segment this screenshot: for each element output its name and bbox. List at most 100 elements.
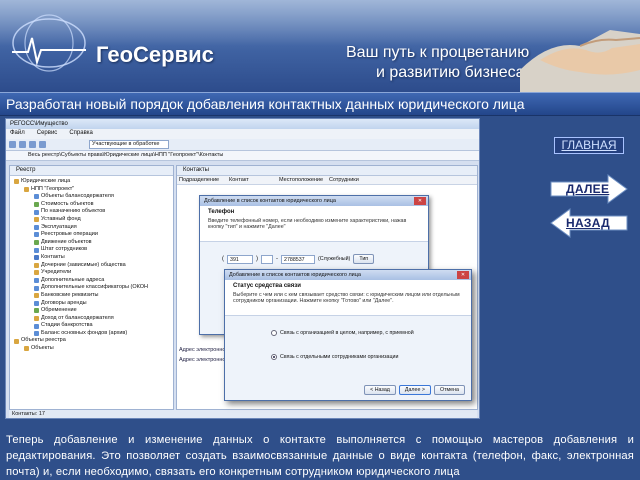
column-header[interactable]: Сотрудники	[329, 177, 379, 183]
menu-help[interactable]: Справка	[69, 130, 93, 138]
tree-item[interactable]: Реестровые операции	[12, 231, 171, 239]
menu-file[interactable]: Файл	[10, 130, 25, 138]
close-icon[interactable]: ✕	[414, 197, 426, 205]
tree-item-label: Стадии банкротства	[41, 322, 93, 329]
option-organization-label: Связь с организацией в целом, например, …	[280, 330, 414, 336]
folder-icon	[34, 240, 39, 246]
toolbar-filter-icon[interactable]	[39, 141, 46, 148]
next-button[interactable]: Далее >	[398, 385, 431, 395]
tree-item-label: Дополнительные адреса	[41, 276, 105, 283]
radio-organization[interactable]	[271, 330, 277, 336]
tree-item-label: Движение объектов	[41, 238, 92, 245]
cancel-button[interactable]: Отмена	[433, 385, 465, 395]
toolbar-back-icon[interactable]	[9, 141, 16, 148]
tree-item[interactable]: Штат сотрудников	[12, 246, 171, 254]
tree-item[interactable]: Объекты реестра	[12, 337, 171, 345]
tree-item-label: Юридические лица	[21, 178, 71, 184]
folder-icon	[34, 285, 39, 291]
next-arrow-label: ДАЛЕЕ	[566, 182, 610, 196]
tree-item[interactable]: Контакты	[12, 254, 171, 262]
tree-item[interactable]: Дочерние (зависимые) общества	[12, 262, 171, 270]
back-arrow-button[interactable]: НАЗАД	[550, 208, 628, 238]
back-button[interactable]: < Назад	[364, 385, 396, 395]
option-organization[interactable]: Связь с организацией в целом, например, …	[271, 330, 414, 336]
status-dialog-buttons: < Назад Далее > Отмена	[364, 385, 465, 395]
tree-item-label: Реестровые операции	[41, 231, 98, 238]
folder-icon	[34, 247, 39, 253]
close-icon[interactable]: ✕	[457, 271, 469, 279]
folder-icon	[34, 308, 39, 314]
tree-item-label: Уставный фонд	[41, 215, 81, 222]
column-header[interactable]: Подразделение	[179, 177, 229, 183]
paren-open: (	[222, 256, 224, 262]
tree-item-label: Учредители	[41, 269, 72, 276]
tree-item-label: Дополнительные классификаторы (ОКОН	[41, 284, 148, 291]
app-menu: Файл Сервис Справка	[6, 129, 479, 139]
tree-item[interactable]: Объекты	[12, 345, 171, 353]
folder-icon	[34, 194, 39, 200]
folder-icon	[34, 278, 39, 284]
back-arrow-label: НАЗАД	[566, 216, 611, 230]
folder-icon	[34, 331, 39, 337]
tree-item[interactable]: Доход от балансодержателя	[12, 315, 171, 323]
radio-employees[interactable]	[271, 354, 277, 360]
column-header[interactable]: Местоположение	[279, 177, 329, 183]
home-link[interactable]: ГЛАВНАЯ	[554, 137, 624, 154]
tree-item[interactable]: Дополнительные адреса	[12, 277, 171, 285]
slogan-line-1: Ваш путь к процветанию	[346, 44, 530, 61]
app-title: РЕГОСС\Имущество	[6, 119, 479, 129]
type-button[interactable]: Тип	[353, 254, 375, 264]
handshake-image	[520, 30, 640, 92]
status-dialog: Добавление в список контактов юридическо…	[224, 269, 472, 401]
phone-hint: Введите телефонный номер, если необходим…	[208, 218, 407, 230]
phone-dialog-header: Телефон Введите телефонный номер, если н…	[200, 206, 428, 242]
folder-icon	[34, 293, 39, 299]
folder-icon	[34, 217, 39, 223]
header-banner: ГеоСервис Ваш путь к процветанию и разви…	[0, 0, 640, 92]
tree-item-label: Банковские реквизиты	[41, 291, 99, 298]
column-header[interactable]: Контакт	[229, 177, 279, 183]
tree-item-label: Стоимость объектов	[41, 200, 94, 207]
phone-dialog-title: Добавление в список контактов юридическо…	[200, 196, 428, 206]
filter-combo[interactable]: Участвующие в обработке	[89, 140, 169, 149]
tab-contacts[interactable]: Контакты	[177, 166, 477, 176]
tree-item[interactable]: Обременение	[12, 307, 171, 315]
tree-item[interactable]: Стоимость объектов	[12, 201, 171, 209]
phone-number-field[interactable]: 2788537	[281, 254, 315, 264]
folder-icon	[24, 346, 29, 352]
option-employees-label: Связь с отдельными сотрудниками организа…	[280, 354, 399, 360]
phone-part-field[interactable]	[261, 254, 273, 264]
tree-item[interactable]: Юридические лица	[12, 178, 171, 186]
tree-item[interactable]: Эксплуатация	[12, 224, 171, 232]
tree-item[interactable]: Уставный фонд	[12, 216, 171, 224]
tree-item[interactable]: Учредители	[12, 269, 171, 277]
toolbar-refresh-icon[interactable]	[29, 141, 36, 148]
tree-item-label: Объекты	[31, 345, 54, 352]
tree-item-label: Объекты балансодержателя	[41, 193, 114, 200]
tree-item[interactable]: Баланс основных фондов (архив)	[12, 330, 171, 338]
phone-code-field[interactable]: 391	[227, 254, 253, 264]
toolbar-forward-icon[interactable]	[19, 141, 26, 148]
tree-item[interactable]: Банковские реквизиты	[12, 292, 171, 300]
folder-icon	[34, 209, 39, 215]
tree-list: Юридические лица НПП "Геопроект" Объекты б…	[10, 176, 173, 355]
tree-item[interactable]: По назначению объектов	[12, 208, 171, 216]
tree-item[interactable]: Движение объектов	[12, 239, 171, 247]
slogan-line-2: и развитию бизнеса!	[376, 64, 529, 81]
option-employees[interactable]: Связь с отдельными сотрудниками организа…	[271, 354, 398, 360]
folder-icon	[34, 270, 39, 276]
next-arrow-button[interactable]: ДАЛЕЕ	[550, 174, 628, 204]
tree-item[interactable]: Объекты балансодержателя	[12, 193, 171, 201]
tab-registry[interactable]: Реестр	[10, 166, 173, 176]
tree-item-label: Объекты реестра	[21, 337, 66, 344]
tree-item-label: Дочерние (зависимые) общества	[41, 261, 126, 268]
tree-item[interactable]: Дополнительные классификаторы (ОКОН	[12, 284, 171, 292]
app-screenshot: РЕГОСС\Имущество Файл Сервис Справка Уча…	[5, 118, 480, 419]
folder-icon	[34, 323, 39, 329]
tree-item[interactable]: НПП "Геопроект"	[12, 186, 171, 194]
folder-icon	[34, 300, 39, 306]
tree-item-label: Договоры аренды	[41, 299, 87, 306]
menu-service[interactable]: Сервис	[37, 130, 58, 138]
tree-item[interactable]: Договоры аренды	[12, 300, 171, 308]
tree-item[interactable]: Стадии банкротства	[12, 322, 171, 330]
